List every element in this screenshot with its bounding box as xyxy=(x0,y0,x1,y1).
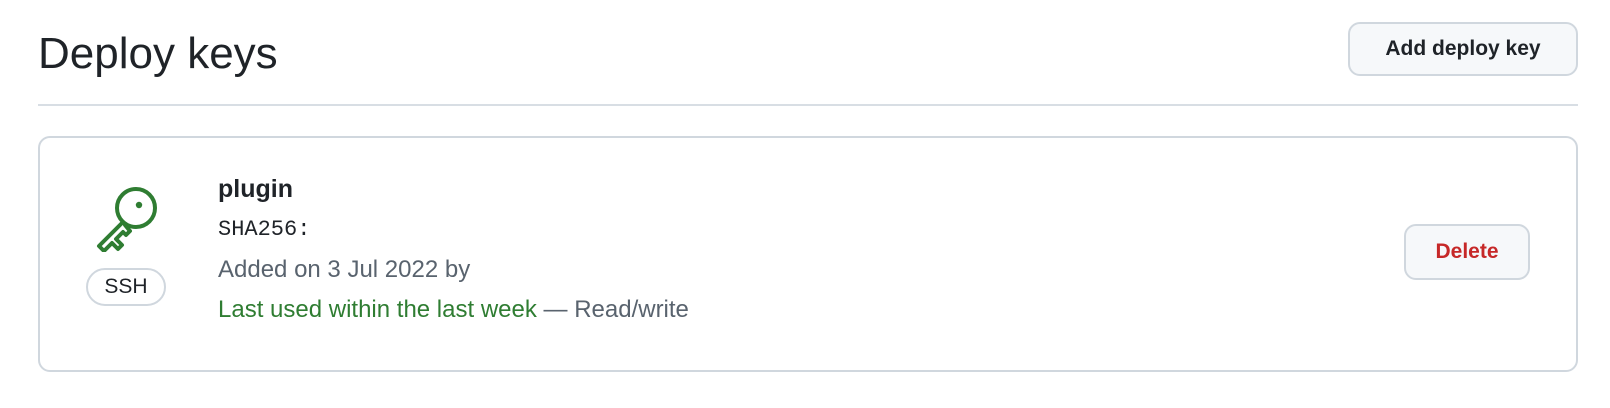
page-title: Deploy keys xyxy=(38,29,278,78)
delete-key-button[interactable]: Delete xyxy=(1404,224,1530,280)
deploy-key-details: plugin SHA256: Added on 3 Jul 2022 by La… xyxy=(218,174,689,325)
ssh-badge: SSH xyxy=(86,268,166,306)
key-icon xyxy=(97,187,157,252)
add-deploy-key-button[interactable]: Add deploy key xyxy=(1348,22,1578,76)
deploy-keys-page: Deploy keys Add deploy key SSH plugin SH… xyxy=(0,0,1610,408)
last-used-text: Last used within the last week xyxy=(218,296,537,323)
deploy-keys-header: Deploy keys Add deploy key xyxy=(38,20,1578,106)
deploy-key-title: plugin xyxy=(218,175,293,203)
usage-separator: — xyxy=(536,296,575,323)
access-level: Read/write xyxy=(574,296,689,323)
key-usage-info: Last used within the last week — Read/wr… xyxy=(218,295,689,325)
key-visual: SSH xyxy=(86,186,166,318)
key-added-info: Added on 3 Jul 2022 by xyxy=(218,256,471,283)
key-fingerprint: SHA256: xyxy=(218,217,311,242)
deploy-key-item: SSH plugin SHA256: Added on 3 Jul 2022 b… xyxy=(38,136,1578,372)
